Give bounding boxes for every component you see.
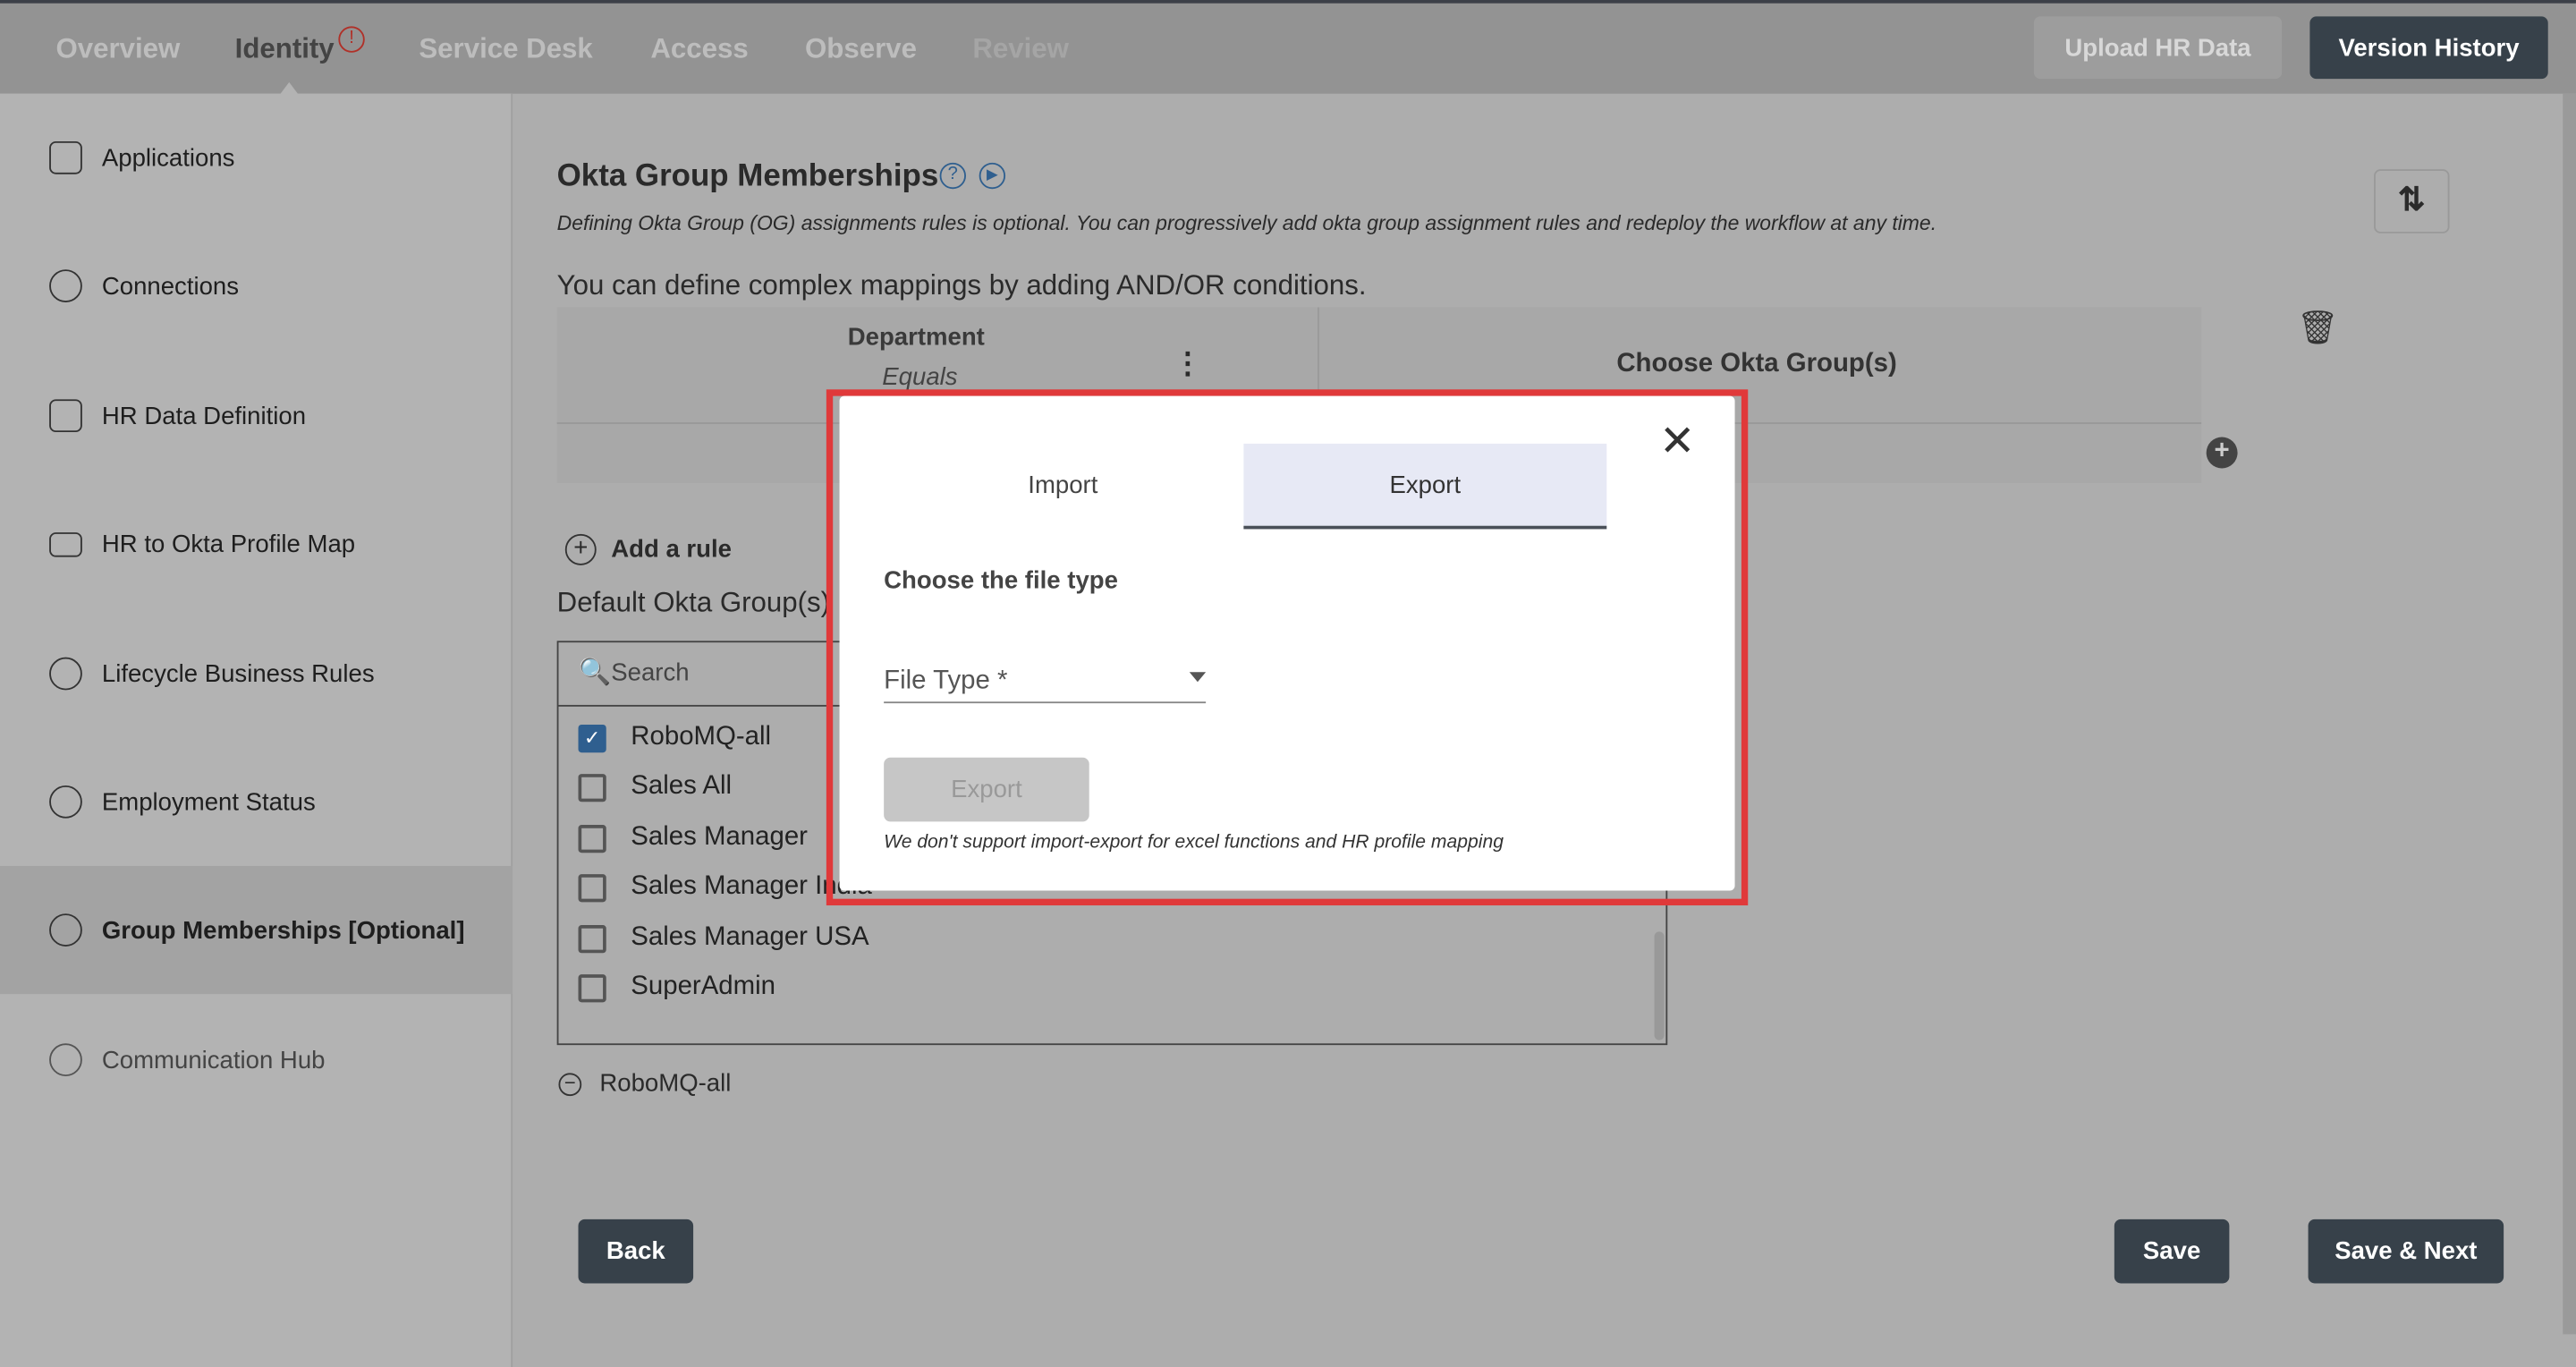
sidebar-item-hr-data-definition[interactable]: HR Data Definition bbox=[0, 352, 513, 480]
chip-label: RoboMQ-all bbox=[599, 1069, 732, 1098]
column-department: Department bbox=[847, 323, 985, 352]
sidebar-item-profile-map[interactable]: HR to Okta Profile Map bbox=[0, 480, 513, 607]
checkbox-checked[interactable]: ✓ bbox=[578, 724, 606, 752]
checkbox[interactable] bbox=[578, 973, 606, 1002]
upload-hr-data-button[interactable]: Upload HR Data bbox=[2033, 16, 2283, 80]
dialog-heading: Choose the file type bbox=[884, 566, 1118, 595]
sidebar-item-employment-status[interactable]: Employment Status bbox=[0, 738, 513, 866]
plug-icon bbox=[49, 269, 82, 302]
checkbox[interactable] bbox=[578, 824, 606, 853]
page-title: Okta Group Memberships bbox=[556, 159, 939, 194]
page-scrollbar[interactable] bbox=[2563, 93, 2576, 1335]
import-export-dialog: ✕ Import Export Choose the file type Fil… bbox=[839, 395, 1735, 891]
group-name: RoboMQ-all bbox=[631, 723, 772, 751]
group-icon bbox=[49, 913, 82, 947]
group-option[interactable]: Sales All bbox=[578, 772, 733, 802]
export-button[interactable]: Export bbox=[884, 757, 1089, 822]
grid-icon bbox=[49, 140, 82, 174]
sidebar-item-label: Group Memberships [Optional] bbox=[101, 915, 465, 945]
tab-service-desk[interactable]: Service Desk bbox=[419, 33, 592, 66]
sidebar: Applications Connections HR Data Definit… bbox=[0, 93, 513, 1367]
back-button[interactable]: Back bbox=[578, 1218, 694, 1284]
contact-book-icon bbox=[49, 399, 82, 433]
mapping-hint: You can define complex mappings by addin… bbox=[556, 269, 1367, 301]
page-subtitle: Defining Okta Group (OG) assignments rul… bbox=[556, 211, 1937, 235]
column-okta-groups: Choose Okta Group(s) bbox=[1616, 350, 1897, 378]
delete-icon[interactable]: 🗑 bbox=[2297, 307, 2339, 348]
users-icon bbox=[49, 1043, 82, 1077]
file-type-label: File Type * bbox=[884, 667, 1008, 695]
group-option[interactable]: ✓ RoboMQ-all bbox=[578, 723, 772, 752]
search-icon: 🔍 bbox=[578, 658, 612, 687]
sidebar-item-label: Connections bbox=[101, 271, 240, 301]
file-type-select[interactable]: File Type * bbox=[884, 656, 1207, 704]
tab-import[interactable]: Import bbox=[882, 444, 1243, 530]
sidebar-item-label: Communication Hub bbox=[101, 1046, 326, 1074]
operator-label: Equals bbox=[882, 362, 958, 392]
add-rule-label: Add a rule bbox=[611, 535, 732, 564]
help-icon[interactable]: ? bbox=[939, 162, 966, 190]
tab-identity[interactable]: Identity bbox=[235, 33, 335, 66]
checkbox[interactable] bbox=[578, 924, 606, 953]
sidebar-item-label: HR Data Definition bbox=[101, 402, 307, 430]
import-export-icon[interactable]: ⇅ bbox=[2374, 169, 2450, 233]
checkbox[interactable] bbox=[578, 773, 606, 802]
tab-access[interactable]: Access bbox=[650, 33, 748, 66]
dropdown-arrow-icon bbox=[1189, 672, 1207, 683]
group-option[interactable]: Sales Manager USA bbox=[578, 923, 869, 953]
group-name: Sales Manager USA bbox=[631, 923, 869, 952]
dialog-note: We don't support import-export for excel… bbox=[884, 833, 1504, 853]
tab-review[interactable]: Review bbox=[972, 33, 1069, 66]
add-condition-icon[interactable]: + bbox=[2206, 437, 2238, 469]
sidebar-item-label: Employment Status bbox=[101, 787, 316, 816]
scrollbar[interactable] bbox=[1654, 931, 1665, 1040]
top-nav: Overview Identity ! Service Desk Access … bbox=[0, 0, 2576, 96]
user-cycle-icon bbox=[49, 657, 82, 691]
tab-observe[interactable]: Observe bbox=[805, 33, 917, 66]
group-name: Sales Manager bbox=[631, 823, 808, 852]
group-name: Sales All bbox=[631, 772, 733, 801]
version-history-button[interactable]: Version History bbox=[2309, 16, 2548, 80]
sidebar-item-group-memberships[interactable]: Group Memberships [Optional] bbox=[0, 865, 513, 995]
sidebar-item-label: Lifecycle Business Rules bbox=[101, 659, 375, 688]
group-option[interactable]: Sales Manager bbox=[578, 823, 808, 853]
sidebar-item-lifecycle-rules[interactable]: Lifecycle Business Rules bbox=[0, 609, 513, 737]
add-rule-button[interactable]: + Add a rule bbox=[564, 533, 732, 565]
group-option[interactable]: SuperAdmin bbox=[578, 972, 776, 1002]
group-name: SuperAdmin bbox=[631, 972, 776, 1001]
close-icon[interactable]: ✕ bbox=[1659, 416, 1695, 467]
save-button[interactable]: Save bbox=[2114, 1218, 2230, 1284]
sidebar-item-label: Applications bbox=[101, 143, 235, 172]
id-card-icon bbox=[49, 531, 82, 556]
check-circle-icon bbox=[49, 785, 82, 819]
sidebar-item-applications[interactable]: Applications bbox=[0, 94, 513, 222]
play-icon[interactable]: ▶ bbox=[979, 162, 1006, 190]
plus-circle-icon: + bbox=[564, 533, 597, 565]
alert-icon: ! bbox=[338, 26, 365, 53]
save-next-button[interactable]: Save & Next bbox=[2308, 1218, 2504, 1284]
column-menu-icon[interactable]: ⋮ bbox=[1173, 347, 1202, 382]
default-groups-label: Default Okta Group(s) bbox=[556, 586, 831, 618]
sidebar-item-communication-hub[interactable]: Communication Hub bbox=[0, 996, 513, 1124]
search-placeholder: Search bbox=[611, 658, 690, 687]
checkbox[interactable] bbox=[578, 873, 606, 902]
tab-export[interactable]: Export bbox=[1243, 443, 1607, 530]
selected-group-chip: − RoboMQ-all bbox=[558, 1070, 731, 1098]
remove-icon[interactable]: − bbox=[558, 1072, 582, 1096]
sidebar-item-label: HR to Okta Profile Map bbox=[101, 530, 356, 558]
tab-overview[interactable]: Overview bbox=[55, 33, 180, 66]
sidebar-item-connections[interactable]: Connections bbox=[0, 222, 513, 350]
